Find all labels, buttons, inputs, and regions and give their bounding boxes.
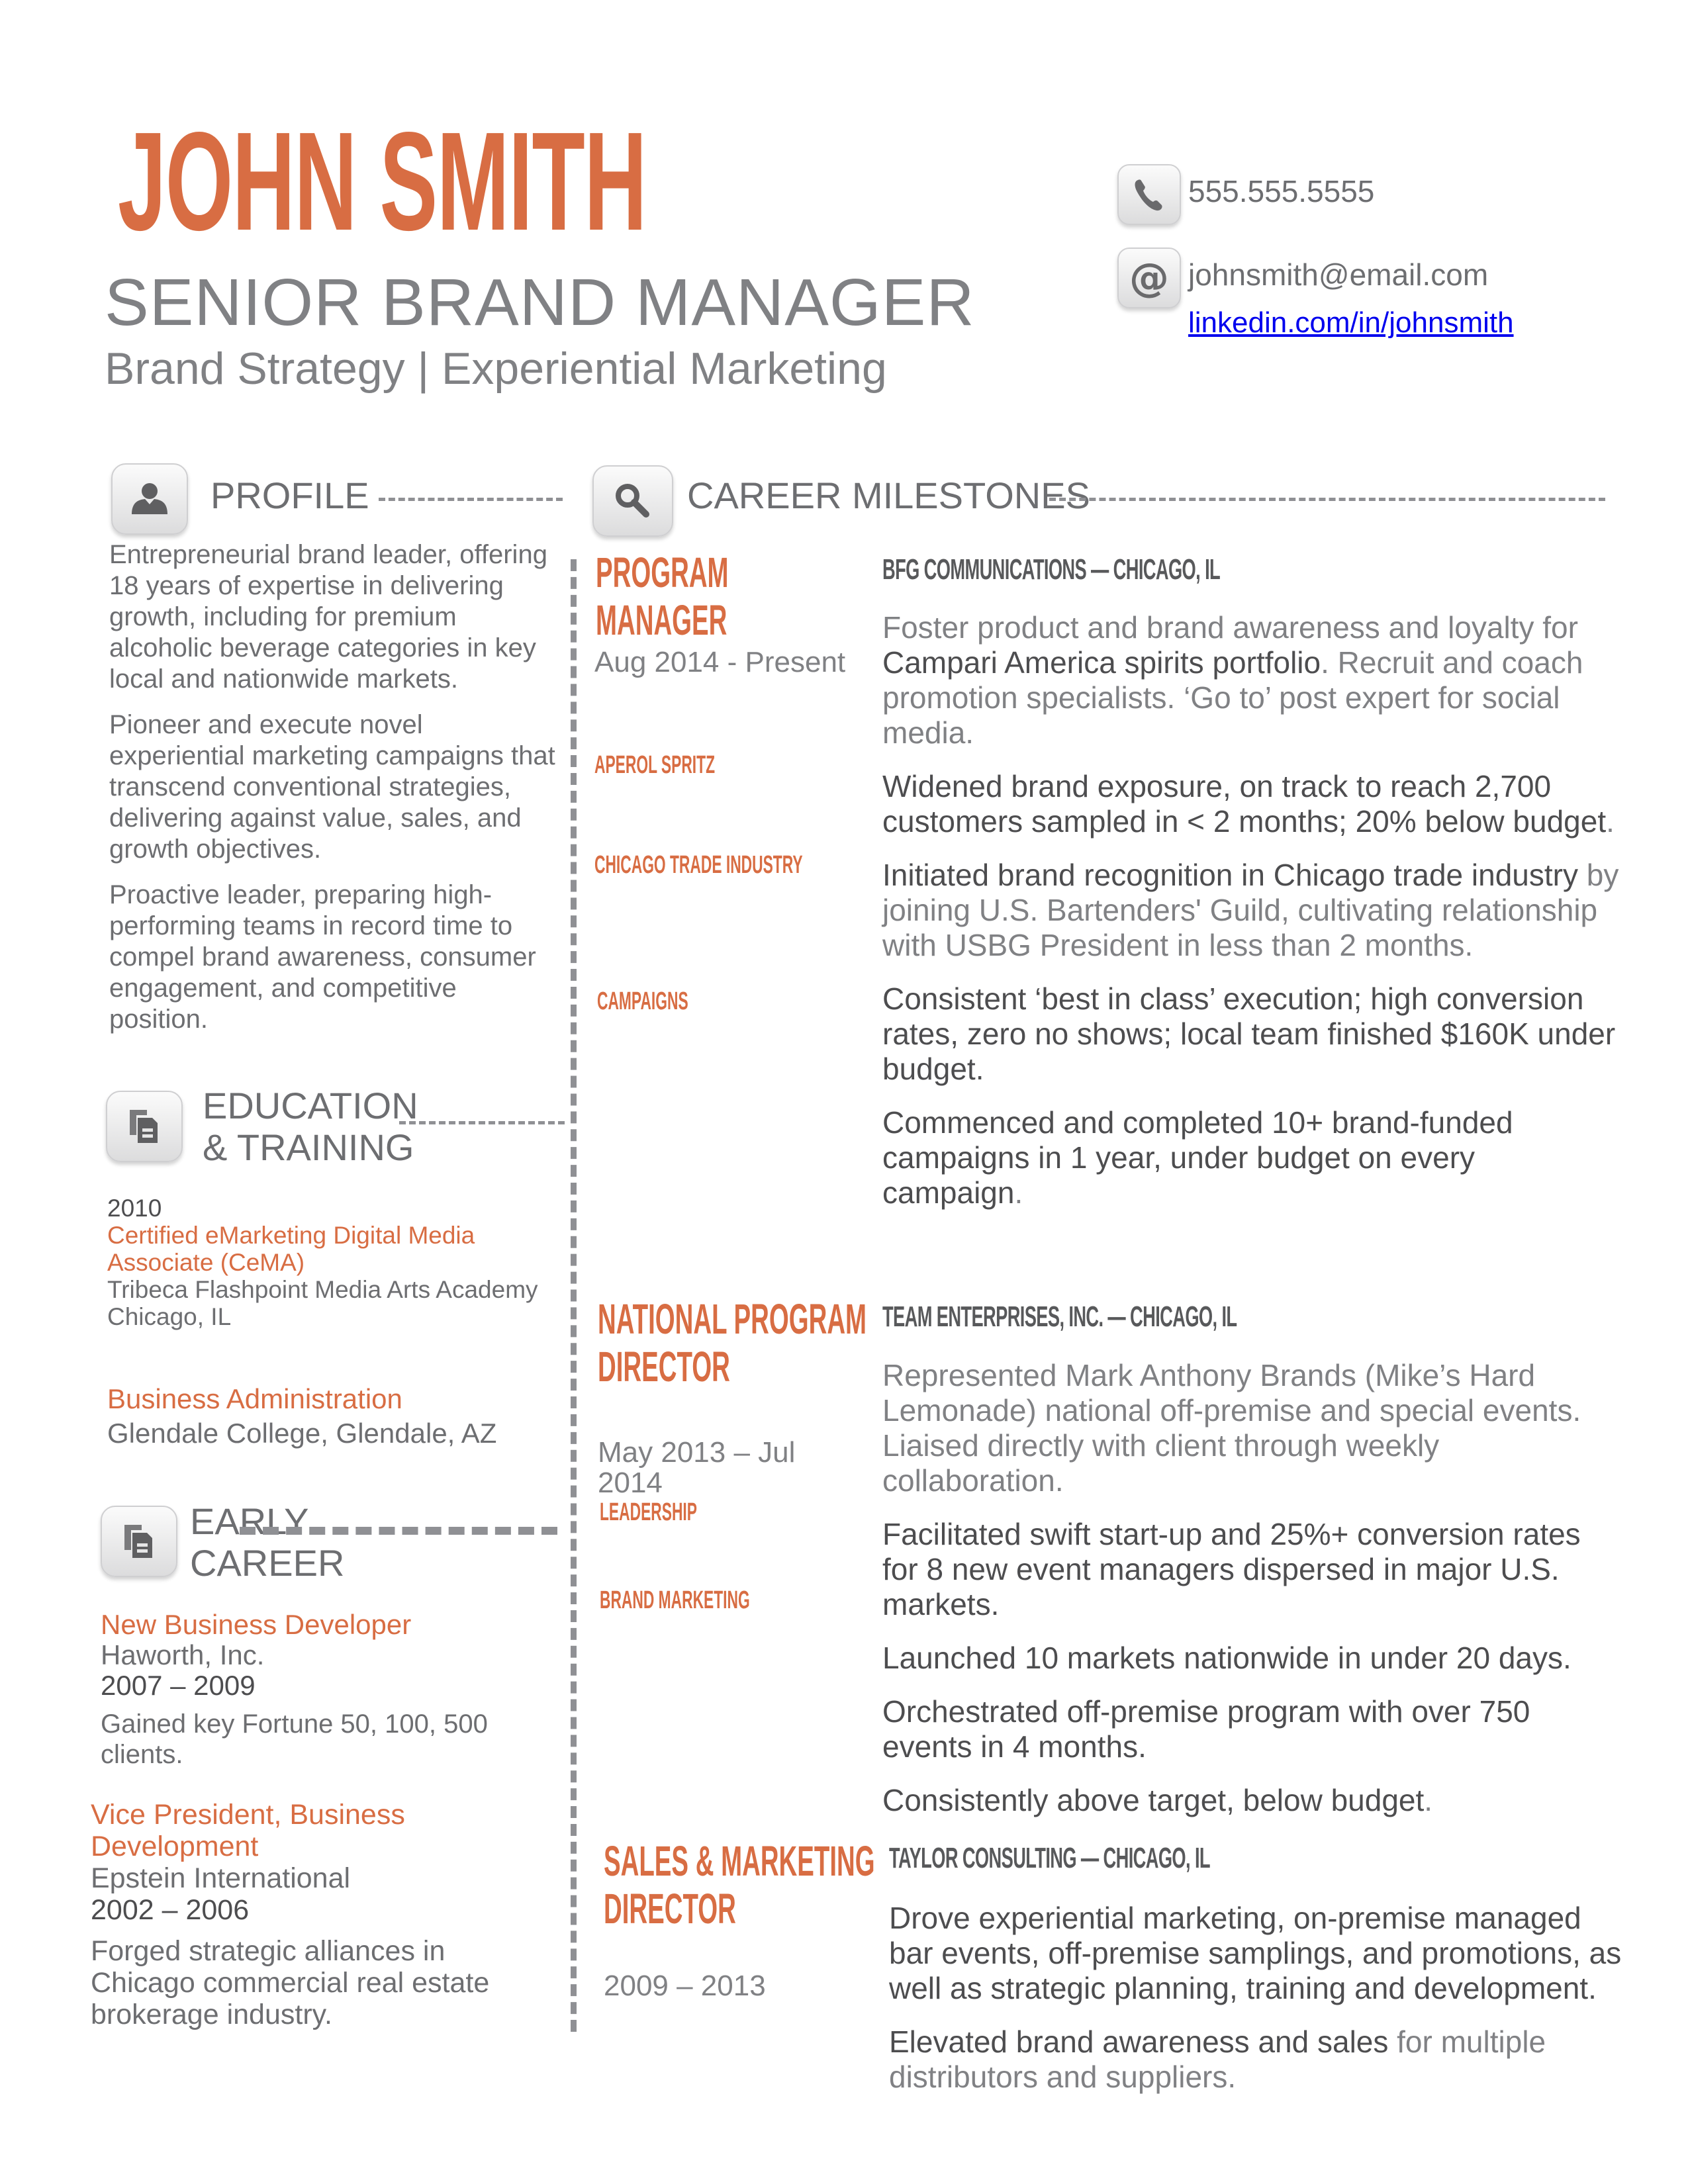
milestone-tag: LEADERSHIP bbox=[600, 1498, 697, 1526]
milestone-bullet: Orchestrated off-premise program with ov… bbox=[882, 1694, 1530, 1764]
milestone-bullets: Foster product and brand awareness and l… bbox=[882, 610, 1624, 1229]
documents-icon bbox=[106, 1091, 183, 1162]
milestone-bullets: Represented Mark Anthony Brands (Mike’s … bbox=[882, 1358, 1624, 1837]
milestone-bullet: Consistently above target, below budget. bbox=[882, 1783, 1433, 1817]
milestone-bullet: Facilitated swift start-up and 25%+ conv… bbox=[882, 1517, 1581, 1621]
milestone-company: TEAM ENTERPRISES, INC. — CHICAGO, IL bbox=[882, 1300, 1237, 1333]
job-title: SENIOR BRAND MANAGER bbox=[105, 265, 975, 340]
milestone-bullet: Consistent ‘best in class’ execution; hi… bbox=[882, 981, 1616, 1086]
education-rule bbox=[399, 1121, 565, 1124]
early-career-rule bbox=[240, 1527, 557, 1535]
education-institution: Tribeca Flashpoint Media Arts Academy bbox=[107, 1276, 538, 1303]
milestone-bullet: Launched 10 markets nationwide in under … bbox=[882, 1641, 1571, 1675]
milestone-role: SALES & MARKETING DIRECTOR bbox=[604, 1837, 875, 1933]
milestone-tag: APEROL SPRITZ bbox=[594, 751, 716, 779]
milestone-tag: CAMPAIGNS bbox=[597, 987, 688, 1015]
education-heading: EDUCATION & TRAINING bbox=[203, 1085, 418, 1168]
milestone-bullets: Drove experiential marketing, on-premise… bbox=[889, 1901, 1630, 2113]
early-job: New Business Developer Haworth, Inc. 200… bbox=[101, 1610, 564, 1770]
education-location: Chicago, IL bbox=[107, 1303, 232, 1330]
email-address: johnsmith@email.com bbox=[1188, 257, 1489, 292]
early-job-company: Haworth, Inc. bbox=[101, 1639, 265, 1670]
milestone-dates: Aug 2014 - Present bbox=[594, 646, 846, 678]
profile-paragraph: Proactive leader, preparing high-perform… bbox=[109, 880, 536, 1034]
milestone-company: BFG COMMUNICATIONS — CHICAGO, IL bbox=[882, 553, 1221, 586]
milestone-dates: May 2013 – Jul 2014 bbox=[598, 1436, 796, 1499]
phone-icon bbox=[1117, 164, 1181, 225]
early-job-title: New Business Developer bbox=[101, 1609, 412, 1640]
career-milestones-heading: CAREER MILESTONES bbox=[687, 475, 1090, 516]
milestone-bullet: Elevated brand awareness and sales for m… bbox=[889, 2025, 1546, 2094]
milestone-bullet: Initiated brand recognition in Chicago t… bbox=[882, 858, 1619, 962]
early-job-company: Epstein International bbox=[91, 1862, 351, 1894]
milestone-dates: 2009 – 2013 bbox=[604, 1970, 766, 2002]
education-entry: Business Administration Glendale College… bbox=[107, 1382, 571, 1451]
early-job-dates: 2002 – 2006 bbox=[91, 1894, 250, 1926]
person-icon bbox=[111, 463, 188, 535]
profile-summary: Entrepreneurial brand leader, offering 1… bbox=[109, 539, 559, 1050]
milestone-role: PROGRAM MANAGER bbox=[596, 549, 729, 644]
specialties: Brand Strategy | Experiential Marketing bbox=[105, 343, 887, 394]
milestone-tag: CHICAGO TRADE INDUSTRY bbox=[594, 851, 803, 879]
early-career-heading: EARLY CAREER bbox=[190, 1500, 345, 1584]
milestone-role: NATIONAL PROGRAM DIRECTOR bbox=[598, 1295, 867, 1390]
candidate-name: JOHN SMITH bbox=[118, 103, 647, 259]
early-job: Vice President, Business Development Eps… bbox=[91, 1799, 554, 2030]
career-milestones-rule bbox=[1049, 498, 1605, 501]
education-credential: Business Administration bbox=[107, 1383, 402, 1414]
education-entry: 2010 Certified eMarketing Digital Media … bbox=[107, 1195, 571, 1330]
linkedin-link[interactable]: linkedin.com/in/johnsmith bbox=[1188, 306, 1514, 340]
early-job-summary: Gained key Fortune 50, 100, 500 clients. bbox=[101, 1709, 488, 1769]
timeline-divider bbox=[571, 559, 577, 2032]
milestone-tag: BRAND MARKETING bbox=[600, 1586, 750, 1614]
milestone-bullet: Drove experiential marketing, on-premise… bbox=[889, 1901, 1622, 2005]
phone-number: 555.555.5555 bbox=[1188, 174, 1375, 208]
education-credential: Certified eMarketing Digital Media Assoc… bbox=[107, 1222, 475, 1276]
profile-heading: PROFILE bbox=[211, 475, 369, 516]
profile-paragraph: Entrepreneurial brand leader, offering 1… bbox=[109, 540, 547, 694]
education-year: 2010 bbox=[107, 1195, 162, 1222]
early-job-title: Vice President, Business Development bbox=[91, 1799, 405, 1862]
education-institution: Glendale College, Glendale, AZ bbox=[107, 1418, 497, 1449]
milestone-bullet: Represented Mark Anthony Brands (Mike’s … bbox=[882, 1358, 1581, 1498]
milestone-bullet: Widened brand exposure, on track to reac… bbox=[882, 769, 1615, 839]
early-job-summary: Forged strategic alliances in Chicago co… bbox=[91, 1935, 490, 2030]
profile-paragraph: Pioneer and execute novel experiential m… bbox=[109, 710, 555, 864]
milestone-bullet: Foster product and brand awareness and l… bbox=[882, 610, 1583, 750]
at-sign-icon: @ bbox=[1117, 248, 1181, 308]
milestone-company: TAYLOR CONSULTING — CHICAGO, IL bbox=[889, 1842, 1211, 1874]
early-job-dates: 2007 – 2009 bbox=[101, 1670, 256, 1701]
profile-rule bbox=[379, 498, 563, 501]
magnifier-icon bbox=[592, 465, 673, 537]
milestone-bullet: Commenced and completed 10+ brand-funded… bbox=[882, 1105, 1513, 1210]
documents-icon bbox=[101, 1506, 177, 1577]
